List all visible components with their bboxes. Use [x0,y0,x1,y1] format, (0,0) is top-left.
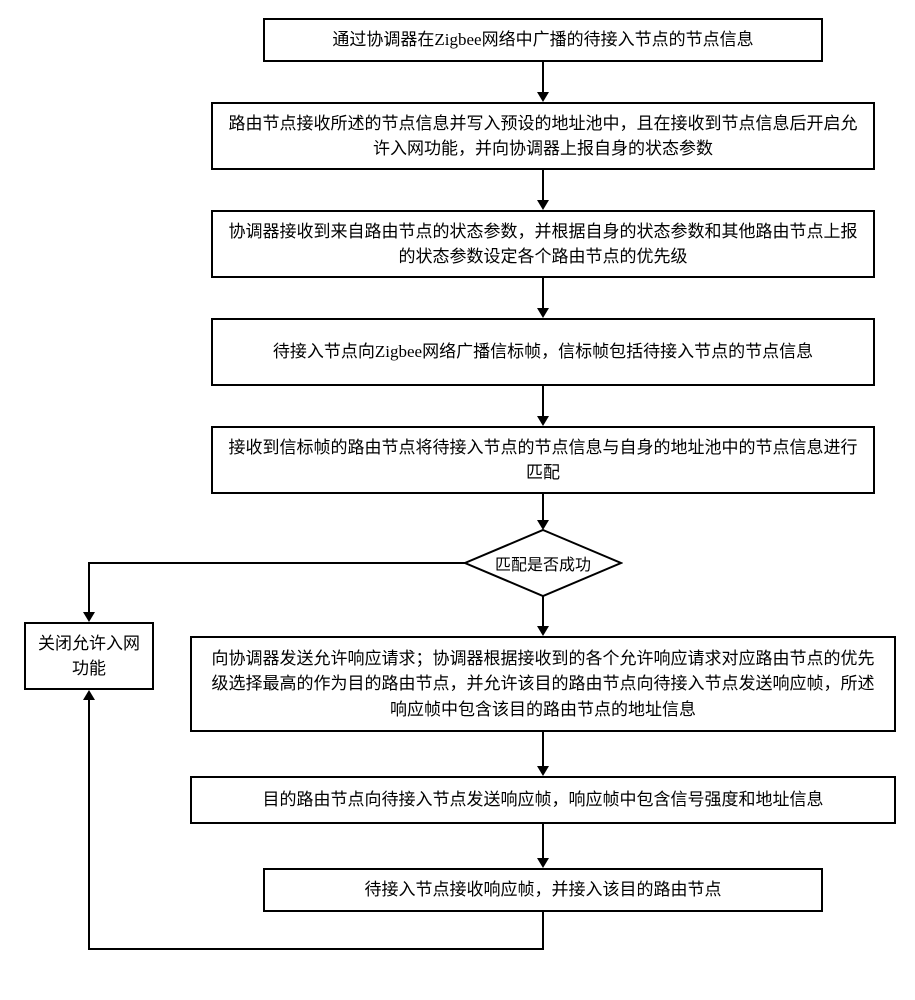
edge [542,170,544,200]
node-text: 目的路由节点向待接入节点发送响应帧，响应帧中包含信号强度和地址信息 [263,787,824,813]
edge [542,494,544,520]
decision-text: 匹配是否成功 [495,551,591,575]
edge-feedback-h [88,948,544,950]
flow-node-8: 待接入节点接收响应帧，并接入该目的路由节点 [263,868,823,912]
node-text: 通过协调器在Zigbee网络中广播的待接入节点的节点信息 [332,27,753,53]
arrow-head-icon [537,766,549,776]
edge [542,386,544,416]
arrow-head-icon [537,416,549,426]
decision-match: 匹配是否成功 [463,528,623,598]
edge-diamond-to-side-v [88,562,90,612]
arrow-head-icon [537,200,549,210]
edge [542,824,544,858]
edge-diamond-to-side-h [88,562,465,564]
node-text: 待接入节点接收响应帧，并接入该目的路由节点 [365,877,722,903]
node-text: 待接入节点向Zigbee网络广播信标帧，信标帧包括待接入节点的节点信息 [273,339,813,365]
edge [542,596,544,626]
node-text: 接收到信标帧的路由节点将待接入节点的节点信息与自身的地址池中的节点信息进行匹配 [225,435,861,486]
edge-feedback-v1 [542,912,544,950]
flow-node-2: 路由节点接收所述的节点信息并写入预设的地址池中，且在接收到节点信息后开启允许入网… [211,102,875,170]
arrow-head-icon [537,626,549,636]
flow-node-7: 目的路由节点向待接入节点发送响应帧，响应帧中包含信号强度和地址信息 [190,776,896,824]
edge [542,732,544,766]
flow-node-5: 接收到信标帧的路由节点将待接入节点的节点信息与自身的地址池中的节点信息进行匹配 [211,426,875,494]
flow-node-6: 向协调器发送允许响应请求；协调器根据接收到的各个允许响应请求对应路由节点的优先级… [190,636,896,732]
flow-node-1: 通过协调器在Zigbee网络中广播的待接入节点的节点信息 [263,18,823,62]
arrow-head-icon [83,612,95,622]
node-text: 路由节点接收所述的节点信息并写入预设的地址池中，且在接收到节点信息后开启允许入网… [225,111,861,162]
arrow-head-icon [537,858,549,868]
arrow-head-icon [537,308,549,318]
flow-node-3: 协调器接收到来自路由节点的状态参数，并根据自身的状态参数和其他路由节点上报的状态… [211,210,875,278]
arrow-head-icon [537,92,549,102]
arrow-head-icon [537,520,549,530]
node-text: 关闭允许入网功能 [38,631,140,682]
edge-feedback-v2 [88,700,90,950]
node-text: 协调器接收到来自路由节点的状态参数，并根据自身的状态参数和其他路由节点上报的状态… [225,219,861,270]
edge [542,278,544,308]
flow-node-side: 关闭允许入网功能 [24,622,154,690]
flow-node-4: 待接入节点向Zigbee网络广播信标帧，信标帧包括待接入节点的节点信息 [211,318,875,386]
arrow-head-icon [83,690,95,700]
node-text: 向协调器发送允许响应请求；协调器根据接收到的各个允许响应请求对应路由节点的优先级… [204,646,882,723]
edge [542,62,544,92]
